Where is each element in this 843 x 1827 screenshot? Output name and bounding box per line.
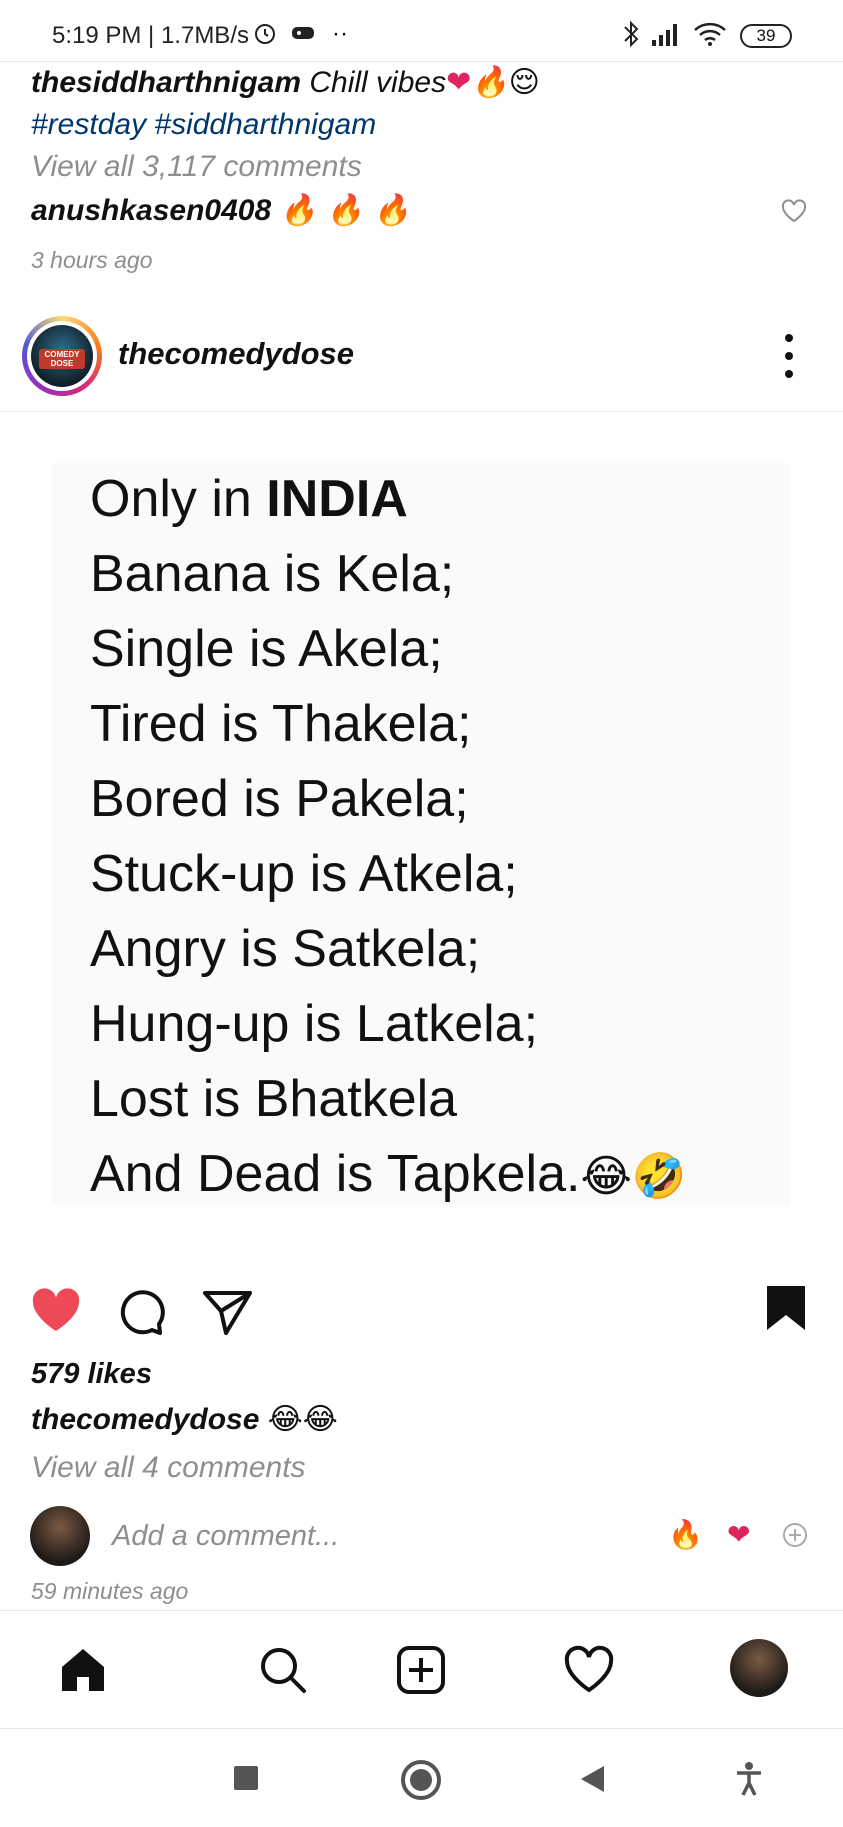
recents-square-icon[interactable] bbox=[234, 1766, 258, 1790]
share-paper-plane-icon[interactable] bbox=[202, 1288, 254, 1336]
post-time: 59 minutes ago bbox=[31, 1578, 189, 1604]
like-heart-icon[interactable] bbox=[30, 1288, 82, 1334]
relieved-face-emoji: 😌 bbox=[508, 65, 540, 100]
status-bar: 5:19 PM | 1.7MB/s ·· 39 bbox=[0, 0, 843, 62]
story-ring[interactable]: COMEDY DOSE bbox=[22, 316, 102, 396]
previous-post-username[interactable]: thesiddharthnigam bbox=[31, 66, 301, 99]
laughing-emoji: 😂🤣 bbox=[580, 1151, 687, 1202]
bottom-nav bbox=[0, 1610, 843, 1728]
laughing-emoji: 😂😂 bbox=[267, 1402, 338, 1437]
likes-count[interactable]: 579 likes bbox=[31, 1358, 152, 1391]
heart-emoji: ❤ bbox=[446, 65, 472, 100]
home-circle-icon[interactable] bbox=[400, 1759, 442, 1801]
view-all-comments[interactable]: View all 4 comments bbox=[31, 1451, 306, 1485]
home-icon[interactable] bbox=[58, 1645, 108, 1695]
image-text-line: And Dead is Tapkela.😂🤣 bbox=[90, 1145, 687, 1203]
image-text-line: Lost is Bhatkela bbox=[90, 1070, 458, 1128]
previous-post-caption-text: Chill vibes bbox=[309, 66, 447, 99]
avatar[interactable]: COMEDY DOSE bbox=[31, 325, 93, 387]
post-caption: thecomedydose 😂😂 bbox=[31, 1402, 338, 1437]
previous-post-caption: thesiddharthnigam Chill vibes❤🔥😌 bbox=[31, 62, 540, 104]
my-avatar bbox=[30, 1506, 90, 1566]
more-emoji-icon[interactable] bbox=[782, 1522, 808, 1548]
previous-post-hashtags[interactable]: #restday #siddharthnigam bbox=[31, 104, 376, 146]
wifi-icon bbox=[694, 22, 726, 46]
quick-fire-emoji[interactable]: 🔥 bbox=[668, 1518, 703, 1551]
activity-heart-icon[interactable] bbox=[564, 1645, 614, 1695]
comment-like-heart-icon[interactable] bbox=[780, 198, 808, 224]
status-time: 5:19 PM | 1.7MB/s bbox=[52, 22, 249, 49]
back-triangle-icon[interactable] bbox=[578, 1764, 608, 1794]
save-bookmark-icon[interactable] bbox=[764, 1283, 808, 1333]
avatar-border: COMEDY DOSE bbox=[27, 321, 97, 391]
avatar-logo-text: COMEDY DOSE bbox=[39, 349, 85, 369]
previous-post-time: 3 hours ago bbox=[31, 247, 153, 273]
fire-emoji: 🔥 bbox=[471, 65, 509, 100]
search-icon[interactable] bbox=[258, 1645, 308, 1695]
add-comment-input[interactable]: Add a comment... bbox=[112, 1520, 339, 1553]
bluetooth-icon bbox=[624, 20, 639, 48]
profile-avatar[interactable] bbox=[730, 1639, 788, 1697]
more-notifications-icon: ·· bbox=[332, 20, 348, 47]
image-text-line: Hung-up is Latkela; bbox=[90, 995, 539, 1053]
quick-heart-emoji[interactable]: ❤ bbox=[727, 1518, 750, 1551]
image-text-line: Stuck-up is Atkela; bbox=[90, 845, 518, 903]
battery-icon: 39 bbox=[740, 24, 792, 48]
comment-icon[interactable] bbox=[116, 1288, 168, 1336]
image-text-line: Banana is Kela; bbox=[90, 545, 455, 603]
image-text-line: Bored is Pakela; bbox=[90, 770, 469, 828]
fire-emoji: 🔥 🔥 🔥 bbox=[279, 193, 411, 228]
system-nav-bar bbox=[0, 1728, 843, 1827]
more-options-icon[interactable] bbox=[774, 328, 804, 384]
previous-post-view-all-comments[interactable]: View all 3,117 comments bbox=[31, 150, 362, 184]
image-text-line: Single is Akela; bbox=[90, 620, 443, 678]
alarm-icon bbox=[255, 24, 275, 44]
game-controller-icon bbox=[292, 27, 314, 39]
image-text-line: Only in INDIA bbox=[90, 470, 408, 528]
signal-icon bbox=[652, 24, 677, 46]
post-username[interactable]: thecomedydose bbox=[118, 336, 354, 372]
previous-post-comment: anushkasen0408 🔥 🔥 🔥 bbox=[31, 193, 411, 228]
comment-username[interactable]: anushkasen0408 bbox=[31, 194, 271, 227]
accessibility-icon[interactable] bbox=[734, 1761, 764, 1797]
post-image[interactable]: Only in INDIA Banana is Kela; Single is … bbox=[52, 463, 790, 1205]
caption-username[interactable]: thecomedydose bbox=[31, 1403, 259, 1436]
post-header: COMEDY DOSE thecomedydose bbox=[0, 300, 843, 412]
image-text-line: Tired is Thakela; bbox=[90, 695, 472, 753]
image-text-line: Angry is Satkela; bbox=[90, 920, 481, 978]
battery-level: 39 bbox=[756, 26, 776, 45]
new-post-icon[interactable] bbox=[396, 1645, 446, 1695]
